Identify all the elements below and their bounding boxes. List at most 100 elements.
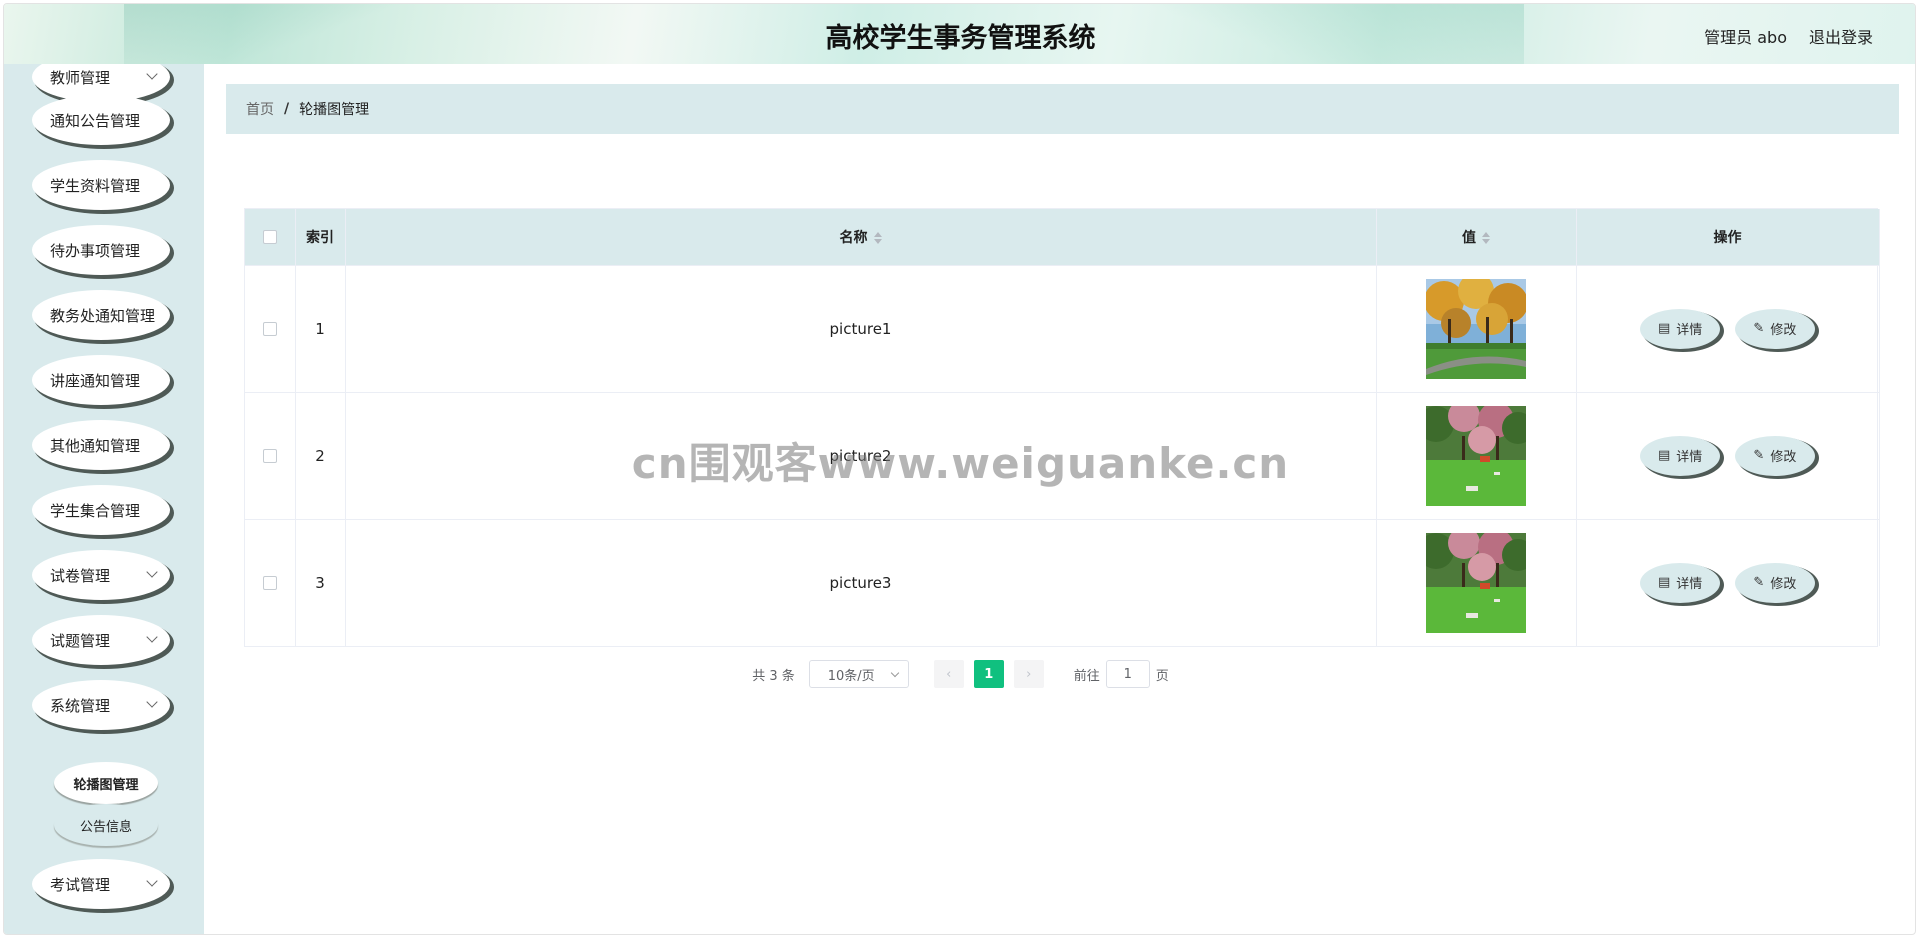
- header-user-area: 管理员 abo 退出登录: [1704, 24, 1873, 48]
- chevron-down-icon: [146, 875, 158, 887]
- row-index: 2: [295, 391, 346, 519]
- sidebar-item-label: 讲座通知管理: [50, 371, 141, 390]
- row-index: 1: [295, 264, 346, 392]
- table-row: 2 picture2 ▤ 详情 ✎ 修改: [245, 391, 1880, 519]
- document-icon: ▤: [1657, 575, 1671, 591]
- detail-button-label: 详情: [1676, 577, 1703, 593]
- detail-button[interactable]: ▤ 详情: [1640, 308, 1721, 349]
- user-name: 管理员 abo: [1704, 28, 1787, 47]
- document-icon: ▤: [1657, 448, 1671, 463]
- sidebar-item-label: 试卷管理: [50, 566, 111, 585]
- chevron-down-icon: [146, 68, 158, 80]
- edit-button[interactable]: ✎ 修改: [1734, 308, 1815, 349]
- sidebar-item-label: 学生资料管理: [50, 176, 141, 195]
- sort-icon[interactable]: [873, 231, 882, 244]
- sidebar-subitem-announcement[interactable]: 公告信息: [54, 804, 158, 846]
- carousel-table: 索引 名称 值 操作 1 picture1 ▤ 详情 ✎ 修改 2 pictur…: [244, 208, 1880, 647]
- sidebar-subitem-label: 轮播图管理: [73, 777, 139, 793]
- sidebar-item-exam[interactable]: 考试管理: [32, 859, 170, 909]
- detail-button-label: 详情: [1676, 323, 1703, 338]
- edit-button-label: 修改: [1770, 577, 1797, 593]
- sidebar-item-label: 其他通知管理: [50, 436, 141, 455]
- sidebar: 教师管理 通知公告管理 学生资料管理 待办事项管理 教务处通知管理 讲座通知管理…: [4, 64, 204, 934]
- sidebar-item-todo[interactable]: 待办事项管理: [32, 225, 170, 275]
- chevron-down-icon: [146, 566, 158, 578]
- edit-button[interactable]: ✎ 修改: [1734, 562, 1815, 603]
- sidebar-item-questions[interactable]: 试题管理: [32, 615, 170, 665]
- sidebar-subitem-label: 公告信息: [79, 819, 132, 835]
- row-index: 3: [295, 518, 346, 646]
- table-row: 3 picture3 ▤ 详情 ✎ 修改: [245, 518, 1880, 646]
- sidebar-item-label: 试题管理: [50, 631, 111, 650]
- column-header-value[interactable]: 值: [1376, 209, 1577, 265]
- breadcrumb: 首页 / 轮播图管理: [226, 84, 1899, 134]
- row-value: [1376, 264, 1577, 392]
- spring-garden-image[interactable]: [1426, 532, 1526, 633]
- page-number-current[interactable]: 1: [973, 660, 1004, 688]
- sidebar-item-student-profile[interactable]: 学生资料管理: [32, 160, 170, 210]
- edit-button-label: 修改: [1770, 323, 1797, 338]
- row-select-cell: [245, 391, 296, 519]
- page-jump-input[interactable]: [1105, 660, 1150, 688]
- prev-page-button[interactable]: ‹: [933, 660, 964, 688]
- row-checkbox[interactable]: [262, 449, 277, 463]
- next-page-button[interactable]: ›: [1013, 660, 1044, 688]
- row-actions: ▤ 详情 ✎ 修改: [1576, 391, 1880, 519]
- breadcrumb-home[interactable]: 首页: [246, 99, 274, 119]
- column-header-actions: 操作: [1576, 209, 1880, 265]
- select-all-cell: [245, 209, 296, 265]
- goto-label: 前往: [1073, 668, 1100, 684]
- detail-button[interactable]: ▤ 详情: [1640, 435, 1721, 476]
- sidebar-item-label: 教师管理: [50, 68, 111, 87]
- chevron-right-icon: ›: [1026, 666, 1032, 682]
- column-label: 操作: [1713, 229, 1742, 246]
- spring-garden-image[interactable]: [1426, 405, 1526, 506]
- chevron-down-icon: [146, 696, 158, 708]
- table-header-row: 索引 名称 值 操作: [245, 209, 1880, 265]
- sidebar-item-label: 待办事项管理: [50, 241, 141, 260]
- sidebar-item-label: 学生集合管理: [50, 501, 141, 520]
- sidebar-item-label: 通知公告管理: [50, 111, 141, 130]
- row-checkbox[interactable]: [262, 322, 277, 336]
- detail-button-label: 详情: [1676, 450, 1703, 465]
- row-checkbox[interactable]: [262, 576, 277, 591]
- app-window: 高校学生事务管理系统 管理员 abo 退出登录 教师管理 通知公告管理 学生资料…: [3, 3, 1916, 935]
- pagination: 共 3 条 10条/页 ‹ 1 › 前往 页: [4, 660, 1915, 688]
- row-select-cell: [245, 518, 296, 646]
- row-value: [1376, 518, 1577, 646]
- sidebar-subitem-carousel[interactable]: 轮播图管理: [54, 762, 158, 804]
- row-actions: ▤ 详情 ✎ 修改: [1576, 518, 1880, 646]
- row-select-cell: [245, 264, 296, 392]
- sidebar-item-other-notice[interactable]: 其他通知管理: [32, 420, 170, 470]
- sidebar-item-academic-notice[interactable]: 教务处通知管理: [32, 290, 170, 340]
- sidebar-item-label: 教务处通知管理: [50, 306, 156, 325]
- header-bar: 高校学生事务管理系统 管理员 abo 退出登录: [4, 4, 1915, 64]
- edit-icon: ✎: [1753, 575, 1765, 591]
- edit-icon: ✎: [1753, 448, 1765, 463]
- sidebar-item-exam-paper[interactable]: 试卷管理: [32, 550, 170, 600]
- chevron-left-icon: ‹: [946, 666, 952, 682]
- column-header-name[interactable]: 名称: [345, 209, 1377, 265]
- table-row: 1 picture1 ▤ 详情 ✎ 修改: [245, 264, 1880, 392]
- row-name: picture3: [345, 518, 1377, 646]
- sidebar-item-notice[interactable]: 通知公告管理: [32, 95, 170, 145]
- detail-button[interactable]: ▤ 详情: [1640, 562, 1721, 603]
- column-label: 值: [1462, 229, 1476, 246]
- page-size-select[interactable]: 10条/页: [808, 660, 909, 688]
- page-jump: 前往 页: [1074, 660, 1169, 688]
- logout-link[interactable]: 退出登录: [1809, 24, 1873, 48]
- column-header-index: 索引: [295, 209, 346, 265]
- edit-button-label: 修改: [1770, 450, 1797, 465]
- sidebar-item-lecture-notice[interactable]: 讲座通知管理: [32, 355, 170, 405]
- breadcrumb-current: 轮播图管理: [299, 102, 370, 118]
- row-actions: ▤ 详情 ✎ 修改: [1576, 264, 1880, 392]
- edit-icon: ✎: [1753, 321, 1765, 336]
- edit-button[interactable]: ✎ 修改: [1734, 435, 1815, 476]
- autumn-park-image[interactable]: [1426, 278, 1526, 379]
- select-all-checkbox[interactable]: [262, 229, 277, 244]
- sort-icon[interactable]: [1482, 231, 1490, 244]
- page-suffix: 页: [1155, 668, 1169, 684]
- pagination-total: 共 3 条: [752, 668, 795, 684]
- sidebar-item-label: 系统管理: [50, 696, 111, 715]
- sidebar-item-student-gathering[interactable]: 学生集合管理: [32, 485, 170, 535]
